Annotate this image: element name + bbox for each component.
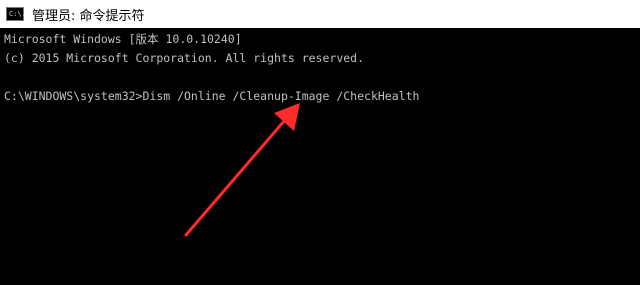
- command-prompt-window: C:\. 管理员: 命令提示符 Microsoft Windows [版本 10…: [0, 0, 640, 285]
- console-output[interactable]: Microsoft Windows [版本 10.0.10240] (c) 20…: [0, 30, 640, 285]
- window-title: 管理员: 命令提示符: [32, 8, 145, 24]
- cmd-icon-label: C:\.: [9, 9, 26, 18]
- console-line-copyright: (c) 2015 Microsoft Corporation. All righ…: [4, 51, 365, 65]
- title-bar[interactable]: C:\. 管理员: 命令提示符: [0, 0, 640, 28]
- console-line-version: Microsoft Windows [版本 10.0.10240]: [4, 32, 242, 46]
- console-line-command: C:\WINDOWS\system32>Dism /Online /Cleanu…: [4, 89, 420, 103]
- cmd-icon: C:\.: [6, 7, 26, 21]
